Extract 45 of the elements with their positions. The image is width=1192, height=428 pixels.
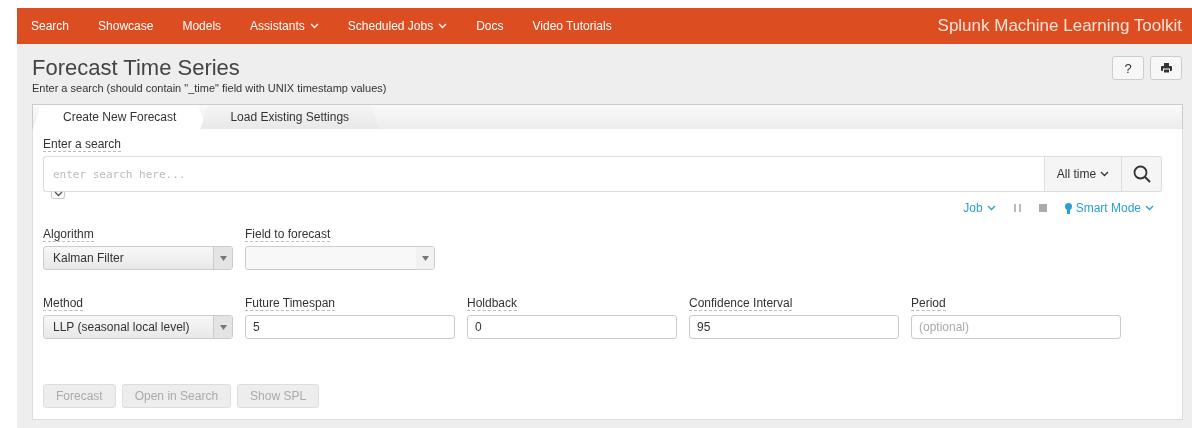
page-title: Forecast Time Series xyxy=(32,56,241,80)
print-button[interactable] xyxy=(1150,56,1182,80)
search-field[interactable]: enter search here... xyxy=(43,156,1044,192)
field-label: Period xyxy=(911,296,946,311)
search-mode-menu[interactable]: Smart Mode xyxy=(1064,201,1154,215)
dropdown-select[interactable]: LLP (seasonal local level) xyxy=(43,315,233,339)
chevron-down-icon xyxy=(309,23,319,29)
search-icon xyxy=(1132,165,1151,183)
field-label: Field to forecast xyxy=(245,227,331,242)
help-button[interactable]: ? xyxy=(1112,56,1144,80)
input-field[interactable]: 5 xyxy=(245,315,455,339)
field-label: Future Timespan xyxy=(245,296,336,311)
field-label: Method xyxy=(43,296,84,311)
field-label: Confidence Interval xyxy=(689,296,793,311)
input-field[interactable]: 0 xyxy=(467,315,677,339)
job-menu[interactable]: Job xyxy=(963,201,996,215)
search-button[interactable] xyxy=(1122,156,1162,192)
printer-icon xyxy=(1160,63,1172,73)
chevron-down-icon xyxy=(1145,205,1154,211)
app-title: Splunk Machine Learning Toolkit xyxy=(937,16,1182,36)
nav-item[interactable]: Scheduled Jobs xyxy=(347,19,448,33)
dropdown-arrow-icon xyxy=(219,324,227,330)
field-label: Algorithm xyxy=(43,227,94,242)
page-subtitle: Enter a search (should contain "_time" field with UNIX timestamp values) xyxy=(32,82,387,94)
dropdown-arrow-icon xyxy=(421,255,429,261)
input-field[interactable]: 95 xyxy=(689,315,899,339)
nav-item[interactable]: Docs xyxy=(476,19,504,33)
nav-item[interactable]: Search xyxy=(31,19,70,33)
nav-item[interactable]: Models xyxy=(182,19,222,33)
input-field[interactable]: (optional) xyxy=(911,315,1121,339)
chevron-down-icon xyxy=(438,23,448,29)
nav-item[interactable]: Showcase xyxy=(98,19,154,33)
chevron-down-icon xyxy=(53,191,63,197)
time-range-button[interactable]: All time xyxy=(1044,156,1122,192)
expand-button[interactable] xyxy=(51,191,65,199)
field-label: Enter a search xyxy=(43,137,122,152)
dropdown-select[interactable]: Kalman Filter xyxy=(43,246,233,270)
field-label: Holdback xyxy=(467,296,518,311)
nav-item[interactable]: Video Tutorials xyxy=(532,19,612,33)
tab[interactable]: Load Existing Settings xyxy=(200,105,380,129)
dropdown-arrow-icon xyxy=(219,255,227,261)
lightbulb-icon xyxy=(1064,202,1072,214)
nav-item[interactable]: Assistants xyxy=(250,19,319,33)
chevron-down-icon xyxy=(986,205,996,211)
chevron-down-icon xyxy=(1100,171,1110,177)
